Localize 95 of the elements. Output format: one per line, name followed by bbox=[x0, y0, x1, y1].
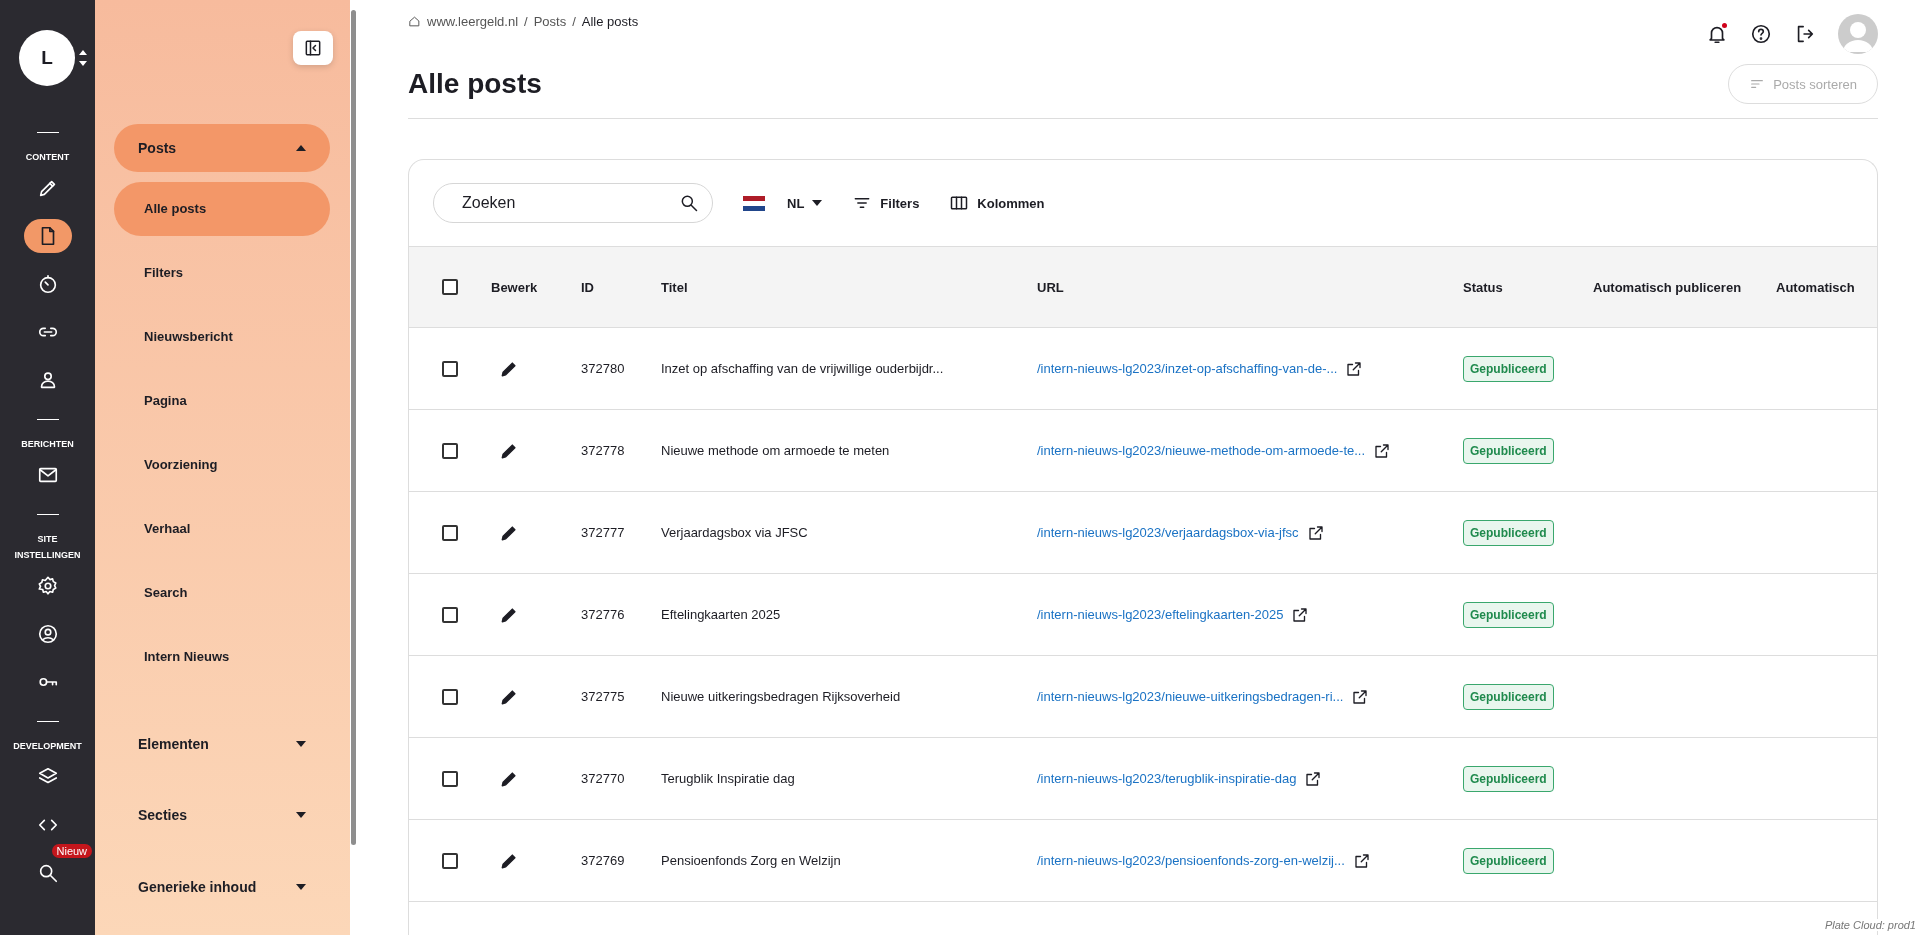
sidebar-item[interactable]: Voorziening bbox=[114, 437, 330, 492]
column-header[interactable]: Status bbox=[1463, 279, 1503, 295]
sidebar-group[interactable]: Secties bbox=[114, 791, 330, 840]
breadcrumb-separator: / bbox=[524, 14, 528, 29]
column-header[interactable]: Automatisch publiceren bbox=[1593, 279, 1742, 295]
sidebar-item[interactable]: Pagina bbox=[114, 373, 330, 428]
url-link[interactable]: /intern-nieuws-lg2023/pensioenfonds-zorg-en-welzij... bbox=[1037, 853, 1345, 868]
sidebar-item[interactable]: Filters bbox=[114, 245, 330, 300]
search-field[interactable]: Zoeken bbox=[433, 183, 713, 223]
table-cell: Nieuwe methode om armoede te meten bbox=[661, 443, 890, 458]
table-cell: Nieuwe uitkeringsbedragen Rijksoverheid bbox=[661, 689, 901, 704]
breadcrumb-link[interactable]: www.leergeld.nl bbox=[427, 14, 519, 29]
nav-button[interactable] bbox=[23, 219, 72, 253]
external-link-icon[interactable] bbox=[1345, 359, 1364, 378]
row-checkbox[interactable] bbox=[442, 688, 458, 705]
table-cell: Inzet op afschaffing van de vrijwillige ouderbijdr... bbox=[661, 361, 944, 376]
table-cell: 372776 bbox=[581, 607, 625, 622]
row-checkbox[interactable] bbox=[442, 770, 458, 787]
row-checkbox[interactable] bbox=[442, 442, 458, 459]
columns-button[interactable]: Kolommen bbox=[949, 193, 1045, 213]
logo[interactable]: L bbox=[19, 30, 75, 86]
filters-button[interactable]: Filters bbox=[852, 193, 920, 213]
sidebar-group[interactable]: Generieke inhoud bbox=[114, 863, 330, 912]
external-link-icon[interactable] bbox=[1291, 605, 1310, 624]
url-link[interactable]: /intern-nieuws-lg2023/inzet-op-afschaffing-van-de-... bbox=[1037, 361, 1338, 376]
url-link[interactable]: /intern-nieuws-lg2023/verjaardagsbox-via-jfsc bbox=[1037, 525, 1299, 540]
row-checkbox[interactable] bbox=[442, 524, 458, 541]
row-checkbox[interactable] bbox=[442, 360, 458, 377]
table-cell: Verjaardagsbox via JFSC bbox=[661, 525, 808, 540]
row-checkbox[interactable] bbox=[442, 606, 458, 623]
table-cell: Terugblik Inspiratie dag bbox=[661, 771, 795, 786]
caret-icon bbox=[812, 200, 823, 206]
url-link[interactable]: /intern-nieuws-lg2023/nieuwe-methode-om-armoede-te... bbox=[1037, 443, 1366, 458]
section-label: DEVELOPMENT bbox=[12, 740, 83, 753]
sidebar-group[interactable]: Posts bbox=[114, 124, 330, 172]
status-tag: Gepubliceerd bbox=[1463, 437, 1554, 464]
external-link-icon[interactable] bbox=[1351, 687, 1370, 706]
table-cell: 372770 bbox=[581, 771, 625, 786]
collapse-sidebar-button[interactable] bbox=[293, 31, 333, 66]
columns-icon bbox=[949, 193, 970, 213]
external-link-icon[interactable] bbox=[1306, 523, 1325, 542]
breadcrumb-separator: / bbox=[572, 14, 576, 29]
page-title: Alle posts bbox=[408, 68, 542, 100]
section-label: CONTENT bbox=[24, 151, 71, 164]
account-icon bbox=[36, 623, 59, 645]
url-link[interactable]: /intern-nieuws-lg2023/eftelingkaarten-2025 bbox=[1037, 607, 1284, 622]
caret-icon bbox=[296, 740, 306, 747]
settings-icon bbox=[36, 575, 59, 597]
table-cell: Eftelingkaarten 2025 bbox=[661, 607, 781, 622]
column-header[interactable]: ID bbox=[581, 279, 594, 295]
notifications-button[interactable] bbox=[1706, 23, 1728, 45]
column-header[interactable]: Automatisch bbox=[1776, 279, 1855, 295]
breadcrumb-link[interactable]: Posts bbox=[533, 14, 567, 29]
new-badge: Nieuw bbox=[51, 844, 93, 858]
section-label: BERICHTEN bbox=[20, 438, 75, 451]
help-button[interactable] bbox=[1750, 23, 1772, 45]
external-link-icon[interactable] bbox=[1304, 769, 1323, 788]
caret-icon bbox=[296, 144, 306, 151]
column-header[interactable]: Bewerk bbox=[491, 279, 538, 295]
table-cell: 372769 bbox=[581, 853, 625, 868]
sidebar-item[interactable]: Verhaal bbox=[114, 501, 330, 556]
table-cell: 372775 bbox=[581, 689, 625, 704]
column-header[interactable]: Titel bbox=[661, 279, 688, 295]
url-link[interactable]: /intern-nieuws-lg2023/terugblik-inspiratie-dag bbox=[1037, 771, 1297, 786]
status-tag: Gepubliceerd bbox=[1463, 847, 1554, 874]
status-tag: Gepubliceerd bbox=[1463, 355, 1554, 382]
table-cell: 372778 bbox=[581, 443, 625, 458]
sidebar-item[interactable]: Nieuwsbericht bbox=[114, 309, 330, 364]
row-checkbox[interactable] bbox=[442, 852, 458, 869]
help-icon bbox=[1750, 23, 1772, 45]
status-tag: Gepubliceerd bbox=[1463, 765, 1554, 792]
status-tag: Gepubliceerd bbox=[1463, 683, 1554, 710]
table-cell: 372780 bbox=[581, 361, 625, 376]
status-tag: Gepubliceerd bbox=[1463, 601, 1554, 628]
section-label: SITE INSTELLINGEN bbox=[13, 533, 82, 562]
language-dropdown[interactable]: NL bbox=[743, 195, 823, 211]
home-icon bbox=[408, 15, 421, 28]
table-cell: Pensioenfonds Zorg en Welzijn bbox=[661, 853, 841, 868]
sidebar-group[interactable]: Elementen bbox=[114, 719, 330, 768]
select-all-checkbox[interactable] bbox=[442, 279, 458, 295]
external-link-icon[interactable] bbox=[1373, 441, 1392, 460]
status-tag: Gepubliceerd bbox=[1463, 519, 1554, 546]
external-link-icon[interactable] bbox=[1352, 851, 1371, 870]
sidebar-item[interactable]: Search bbox=[114, 565, 330, 620]
environment-label: Plate Cloud: prod1 bbox=[1824, 919, 1916, 931]
sidebar-item[interactable]: Intern Nieuws bbox=[114, 629, 330, 684]
url-link[interactable]: /intern-nieuws-lg2023/nieuwe-uitkeringsbedragen-ri... bbox=[1037, 689, 1344, 704]
table-cell: 372777 bbox=[581, 525, 625, 540]
flag-icon bbox=[743, 195, 765, 211]
swap-icon[interactable] bbox=[78, 48, 88, 68]
column-header[interactable]: URL bbox=[1037, 279, 1064, 295]
search-icon[interactable] bbox=[679, 193, 699, 213]
caret-icon bbox=[296, 812, 306, 819]
sidebar-item[interactable]: Alle posts bbox=[114, 181, 330, 236]
caret-icon bbox=[296, 884, 306, 891]
